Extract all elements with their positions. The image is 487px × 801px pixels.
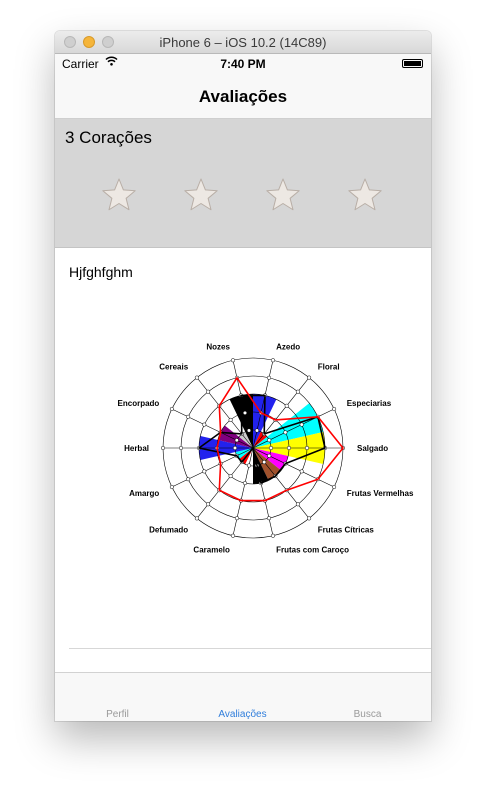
flavor-radar-chart: Azedo Floral Especiarias Salgado Frutas Verm… <box>118 343 414 555</box>
radar-tick-marker <box>283 430 288 435</box>
separator-line <box>69 648 431 649</box>
radar-tick-marker <box>270 533 276 538</box>
radar-tick-marker <box>299 469 304 474</box>
radar-tick-marker <box>228 474 233 479</box>
radar-axis-label: Defumado <box>149 525 188 534</box>
radar-tick-marker <box>286 445 292 451</box>
radar-axis-label: Salgado <box>357 444 388 453</box>
radar-tick-marker <box>267 453 272 458</box>
rating-title: 3 Corações <box>65 128 152 147</box>
radar-tick-marker <box>194 375 199 380</box>
navigation-bar: Avaliações <box>55 74 431 119</box>
radar-tick-marker <box>169 406 174 412</box>
radar-axis-label: Frutas com Caroço <box>276 545 349 554</box>
radar-tick-marker <box>307 516 312 521</box>
window-title: iPhone 6 – iOS 10.2 (14C89) <box>159 35 327 50</box>
radar-tick-marker <box>268 445 274 451</box>
radar-axis-label: Floral <box>318 363 340 372</box>
radar-tick-marker <box>194 516 199 521</box>
radar-axis-label: Caramelo <box>193 545 230 554</box>
radar-tick-marker <box>160 445 166 451</box>
radar-tick-marker <box>202 422 207 427</box>
product-name: Hjfghfghm <box>69 264 133 280</box>
star-icon[interactable] <box>101 177 137 213</box>
radar-tick-marker <box>230 533 236 538</box>
tab-bar: Perfil Avaliações Busca <box>55 672 431 721</box>
radar-tick-marker <box>169 484 174 490</box>
radar-tick-marker <box>246 463 252 468</box>
radar-tick-marker <box>230 358 236 363</box>
radar-tick-marker <box>232 445 238 451</box>
tab-perfil[interactable]: Perfil <box>55 709 180 720</box>
radar-tick-marker <box>262 460 267 465</box>
page-title: Avaliações <box>198 87 288 106</box>
radar-axis-label: Azedo <box>276 343 300 352</box>
radar-tick-marker <box>332 406 337 412</box>
radar-tick-marker <box>299 422 304 427</box>
radar-tick-marker <box>234 516 240 521</box>
radar-tick-marker <box>186 414 191 419</box>
star-icon[interactable] <box>183 177 219 213</box>
radar-tick-marker <box>270 358 276 363</box>
radar-tick-marker <box>178 445 184 451</box>
radar-axis-label: Frutas Vermelhas <box>347 489 414 498</box>
radar-axis-label: Amargo <box>129 489 159 498</box>
radar-tick-marker <box>284 403 289 408</box>
rating-section: 3 Corações <box>55 119 431 248</box>
radar-tick-marker <box>242 410 248 415</box>
radar-tick-marker <box>304 445 310 451</box>
radar-tick-marker <box>228 417 233 422</box>
clock: 7:40 PM <box>220 57 266 71</box>
radar-axis-label: Herbal <box>124 444 149 453</box>
radar-tick-marker <box>332 484 337 490</box>
radar-tick-marker <box>246 428 252 433</box>
radar-tick-marker <box>242 481 248 486</box>
radar-tick-marker <box>206 389 211 394</box>
radar-tick-marker <box>295 389 300 394</box>
radar-axis-label: Encorpado <box>118 399 160 408</box>
radar-tick-marker <box>266 375 272 380</box>
star-icon[interactable] <box>347 177 383 213</box>
radar-tick-marker <box>267 438 272 443</box>
radar-tick-marker <box>234 438 239 443</box>
radar-tick-marker <box>186 477 191 482</box>
radar-tick-marker <box>295 502 300 507</box>
star-icon[interactable] <box>265 177 301 213</box>
battery-icon <box>402 59 423 68</box>
radar-axis-label: Frutas Cítricas <box>318 525 375 534</box>
radar-tick-marker <box>206 502 211 507</box>
tab-avaliacoes[interactable]: Avaliações <box>180 709 305 720</box>
tab-busca[interactable]: Busca <box>305 709 430 720</box>
status-bar: Carrier 7:40 PM <box>55 54 431 74</box>
radar-tick-marker <box>254 428 260 433</box>
radar-tick-marker <box>202 469 207 474</box>
radar-tick-marker <box>266 516 272 521</box>
window-titlebar: iPhone 6 – iOS 10.2 (14C89) <box>55 31 431 54</box>
radar-axis-label: Especiarias <box>347 399 392 408</box>
radar-axis-label: Cereais <box>159 363 188 372</box>
simulator-window: iPhone 6 – iOS 10.2 (14C89) Carrier 7:40… <box>55 31 431 721</box>
radar-tick-marker <box>307 375 312 380</box>
radar-axis-label: Nozes <box>206 343 230 352</box>
